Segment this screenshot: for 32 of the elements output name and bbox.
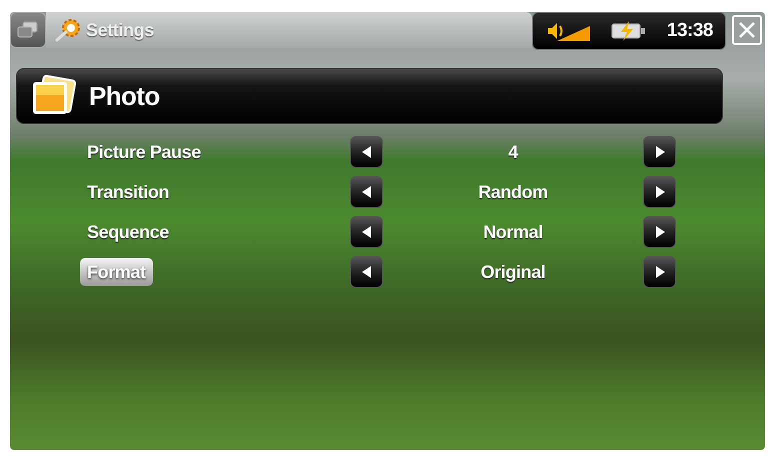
setting-value: 4 <box>507 142 520 162</box>
left-triangle-icon <box>362 146 372 158</box>
close-button[interactable] <box>732 15 762 45</box>
next-button[interactable] <box>643 176 676 208</box>
right-triangle-icon <box>654 146 664 158</box>
right-triangle-icon <box>654 186 664 198</box>
left-triangle-icon <box>362 226 372 238</box>
previous-button[interactable] <box>350 176 383 208</box>
setting-value: Original <box>480 262 546 282</box>
right-triangle-icon <box>654 226 664 238</box>
previous-button[interactable] <box>350 136 383 168</box>
previous-button[interactable] <box>350 216 383 248</box>
next-button[interactable] <box>643 136 676 168</box>
previous-button[interactable] <box>350 256 383 288</box>
next-button[interactable] <box>643 216 676 248</box>
left-triangle-icon <box>362 186 372 198</box>
battery-charging-icon <box>610 21 647 41</box>
setting-label[interactable]: Sequence <box>80 218 176 246</box>
settings-icon <box>54 17 82 43</box>
right-triangle-icon <box>654 266 664 278</box>
windows-button[interactable] <box>10 12 46 48</box>
clock-time: 13:38 <box>666 20 713 42</box>
setting-label[interactable]: Picture Pause <box>80 138 208 166</box>
next-button[interactable] <box>643 256 676 288</box>
windows-icon <box>17 21 39 39</box>
setting-value: Random <box>477 182 549 202</box>
section-title: Photo <box>89 80 160 112</box>
close-icon <box>737 20 757 40</box>
app-title: Settings <box>86 20 154 40</box>
setting-value: Normal <box>482 222 544 242</box>
setting-label[interactable]: Transition <box>80 178 176 206</box>
left-triangle-icon <box>362 266 372 278</box>
